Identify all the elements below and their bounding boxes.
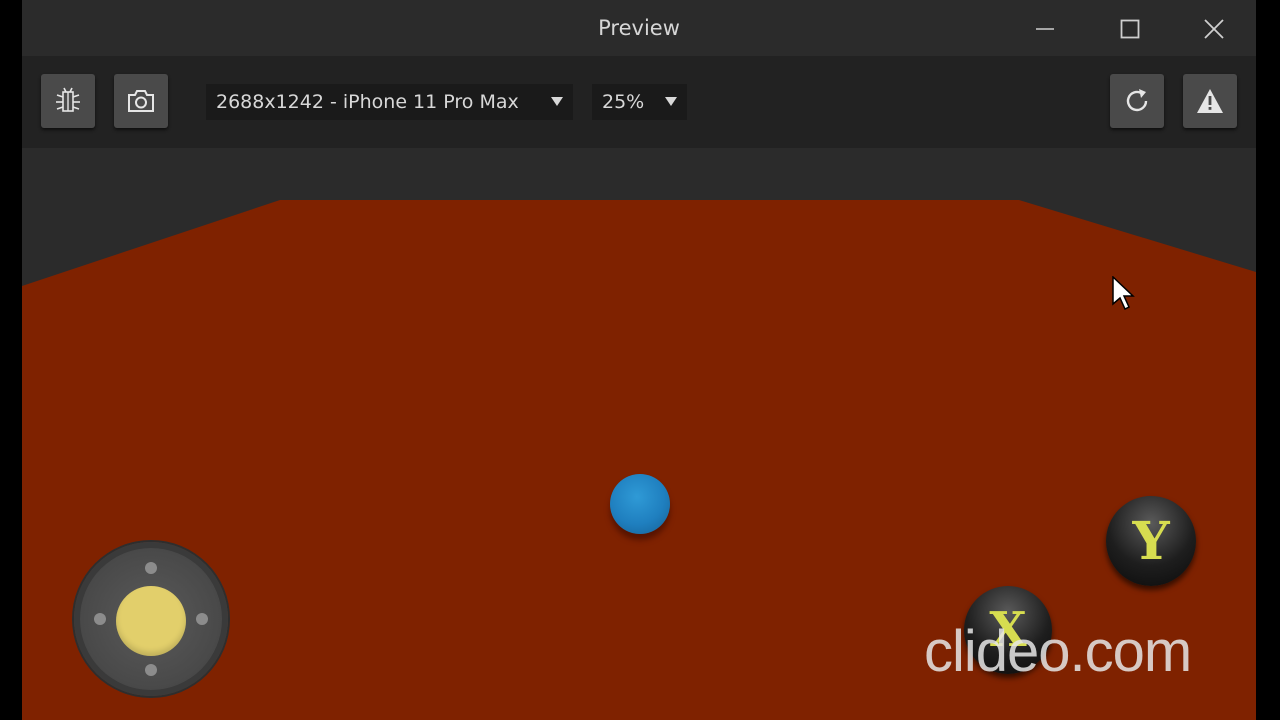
- zoom-dropdown[interactable]: 25%: [592, 84, 687, 120]
- close-icon: [1204, 19, 1224, 39]
- warning-icon: [1197, 89, 1223, 113]
- title-bar: Preview: [22, 0, 1256, 56]
- joystick-knob[interactable]: [116, 586, 186, 656]
- mouse-cursor-icon: [1112, 276, 1135, 311]
- virtual-joystick[interactable]: [74, 542, 228, 696]
- y-button-label: Y: [1132, 510, 1170, 572]
- warning-button[interactable]: [1183, 74, 1237, 128]
- clideo-watermark: clideo.com: [924, 619, 1192, 684]
- minimize-button[interactable]: [1025, 12, 1065, 46]
- preview-window: Preview 2688x1242 - iPhone 11 Pro Max 25…: [22, 0, 1256, 720]
- joystick-left-dot: [94, 613, 106, 625]
- camera-icon: [128, 90, 154, 112]
- resolution-dropdown[interactable]: 2688x1242 - iPhone 11 Pro Max: [206, 84, 573, 120]
- refresh-icon: [1126, 89, 1148, 112]
- toolbar: 2688x1242 - iPhone 11 Pro Max 25%: [22, 56, 1256, 148]
- joystick-right-dot: [196, 613, 208, 625]
- screenshot-button[interactable]: [114, 74, 168, 128]
- resolution-value: 2688x1242 - iPhone 11 Pro Max: [216, 91, 519, 113]
- close-button[interactable]: [1194, 12, 1234, 46]
- zoom-value: 25%: [602, 91, 645, 113]
- refresh-button[interactable]: [1110, 74, 1164, 128]
- window-title: Preview: [598, 16, 680, 40]
- y-button[interactable]: Y: [1106, 496, 1196, 586]
- maximize-button[interactable]: [1110, 12, 1150, 46]
- chevron-down-icon: [665, 97, 677, 106]
- maximize-icon: [1120, 19, 1140, 39]
- player-ball: [610, 474, 670, 534]
- debug-button[interactable]: [41, 74, 95, 128]
- minimize-icon: [1036, 28, 1054, 30]
- bug-icon: [56, 87, 80, 112]
- chevron-down-icon: [551, 97, 563, 106]
- joystick-up-dot: [145, 562, 157, 574]
- joystick-down-dot: [145, 664, 157, 676]
